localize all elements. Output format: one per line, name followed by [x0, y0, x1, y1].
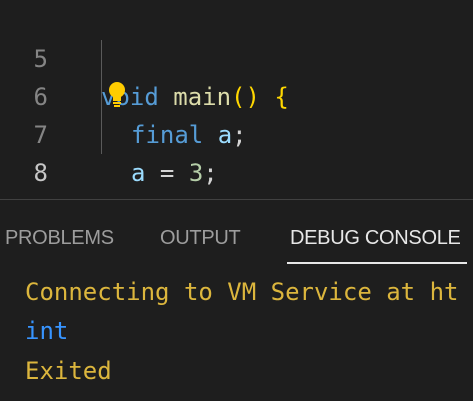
code-line-5[interactable]: 5 void main() { [0, 2, 473, 111]
code-line-9[interactable]: 9 } [0, 154, 473, 192]
code-text: print(a.runtimeType); [131, 192, 434, 196]
line-number: 9 [0, 192, 48, 196]
console-line: Connecting to VM Service at ht [25, 278, 459, 306]
tab-problems[interactable]: PROBLEMS [5, 227, 114, 250]
lightbulb-icon[interactable] [106, 81, 128, 109]
console-line: Exited [25, 357, 112, 385]
tab-output[interactable]: OUTPUT [160, 227, 241, 250]
code-line-6[interactable]: 6 final a; [0, 40, 473, 149]
code-line-8[interactable]: 8 print(a.runtimeType); [0, 116, 473, 187]
active-tab-indicator [287, 262, 467, 264]
debug-console-output[interactable]: Connecting to VM Service at ht int Exite… [0, 266, 473, 401]
console-line: int [25, 317, 69, 345]
tab-debug-console[interactable]: DEBUG CONSOLE [290, 227, 461, 250]
vscode-window: 5 void main() { 6 final a; 7 a = 3; 8 pr… [0, 0, 473, 401]
panel-tabs: PROBLEMS OUTPUT DEBUG CONSOLE [0, 200, 473, 266]
code-editor[interactable]: 5 void main() { 6 final a; 7 a = 3; 8 pr… [0, 0, 473, 196]
code-line-7[interactable]: 7 a = 3; [0, 78, 473, 187]
